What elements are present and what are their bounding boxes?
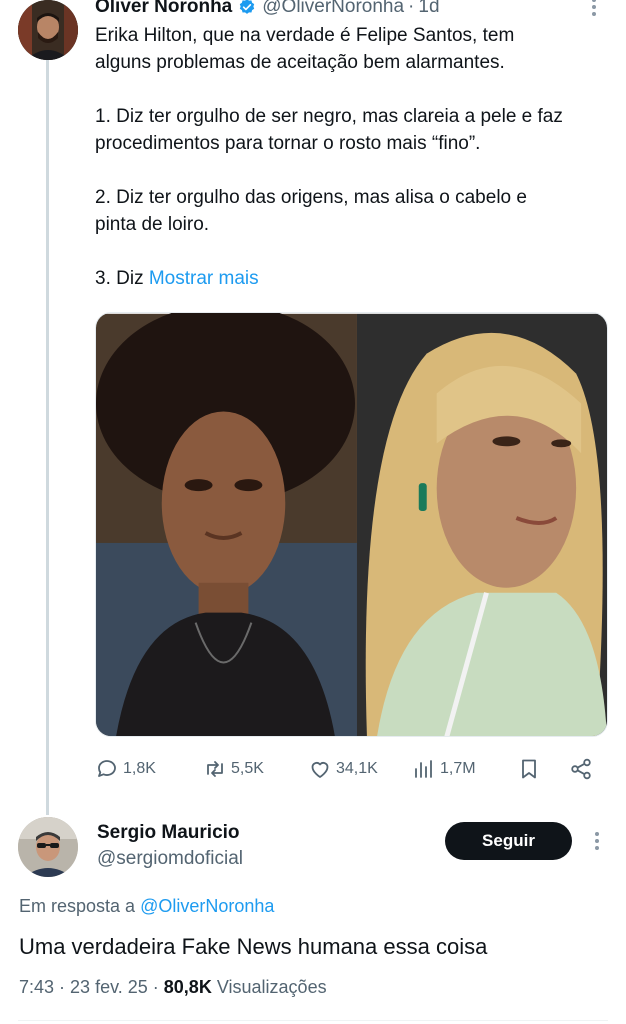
tweet-point-1-line: procedimentos para tornar o rosto mais “… — [95, 133, 481, 154]
tweet-point-1-line: 1. Diz ter orgulho de ser negro, mas cla… — [95, 106, 563, 127]
header-separator: · — [408, 0, 415, 17]
reply-author-name[interactable]: Sergio Mauricio — [97, 822, 240, 844]
bookmark-button[interactable] — [517, 757, 545, 781]
reply-more-options-icon[interactable] — [592, 832, 602, 852]
like-count: 34,1K — [336, 760, 378, 777]
reply-author-avatar[interactable] — [18, 817, 78, 877]
in-reply-to-mention[interactable]: @OliverNoronha — [140, 896, 274, 916]
tweet-text-line: Erika Hilton, que na verdade é Felipe Sa… — [95, 25, 515, 46]
share-icon — [571, 758, 591, 780]
media-photo-left[interactable] — [96, 313, 357, 737]
author-avatar[interactable] — [18, 0, 78, 60]
divider — [18, 1020, 608, 1021]
author-avatar-image — [18, 0, 78, 60]
tweet-point-2-line: 2. Diz ter orgulho das origens, mas alis… — [95, 187, 527, 208]
views-chart-icon — [415, 760, 432, 778]
tweet-point-2-line: pinta de loiro. — [95, 214, 210, 235]
share-button[interactable] — [569, 757, 597, 781]
retweet-button[interactable]: 5,5K — [203, 757, 264, 781]
reply-time[interactable]: 7:43 — [19, 977, 54, 997]
reply-views-label: Visualizações — [216, 977, 327, 997]
reply-meta: 7:43 · 23 fev. 25 · 80,8K Visualizações — [19, 977, 327, 997]
bookmark-icon — [522, 759, 536, 779]
reply-author-handle[interactable]: @sergiomdoficial — [97, 848, 243, 870]
tweet-time[interactable]: 1d — [418, 0, 439, 18]
tweet-actions-bar: 1,8K 5,5K 34,1K 1,7M — [95, 756, 595, 782]
reply-author-avatar-image — [18, 817, 78, 877]
follow-button[interactable]: Seguir — [445, 822, 572, 860]
retweet-icon — [207, 761, 223, 777]
reply-button[interactable]: 1,8K — [95, 757, 156, 781]
views-count: 1,7M — [440, 760, 476, 777]
reply-text: Uma verdadeira Fake News humana essa coi… — [19, 934, 488, 959]
verified-badge-icon — [240, 0, 255, 14]
tweet-text-line: alguns problemas de aceitação bem alarma… — [95, 52, 505, 73]
media-photo-right[interactable] — [356, 313, 607, 737]
retweet-count: 5,5K — [231, 760, 264, 777]
views-button[interactable]: 1,7M — [412, 757, 476, 781]
tweet-text: Erika Hilton, que na verdade é Felipe Sa… — [95, 22, 615, 292]
author-name[interactable]: Oliver Noronha — [95, 0, 232, 18]
tweet-media[interactable] — [95, 312, 608, 737]
tweet-point-3-prefix: 3. Diz — [95, 268, 149, 289]
tweet-point-3-line: 3. Diz Mostrar mais — [95, 265, 615, 292]
thread-connector-line — [46, 60, 49, 815]
reply-views-count: 80,8K — [163, 977, 212, 997]
in-reply-to-prefix: Em resposta a — [19, 896, 141, 916]
author-handle[interactable]: @OliverNoronha — [262, 0, 404, 18]
tweet-header: Oliver Noronha @OliverNoronha · 1d — [95, 0, 615, 18]
reply-date[interactable]: 23 fev. 25 — [70, 977, 148, 997]
main-tweet[interactable]: Oliver Noronha @OliverNoronha · 1d Erika… — [95, 0, 615, 292]
reply-count: 1,8K — [123, 760, 156, 777]
like-button[interactable]: 34,1K — [308, 757, 378, 781]
show-more-link[interactable]: Mostrar mais — [149, 268, 259, 289]
in-reply-to: Em resposta a @OliverNoronha — [19, 896, 274, 917]
heart-icon — [311, 762, 329, 778]
reply-icon — [98, 760, 116, 777]
more-options-icon[interactable] — [589, 0, 599, 18]
